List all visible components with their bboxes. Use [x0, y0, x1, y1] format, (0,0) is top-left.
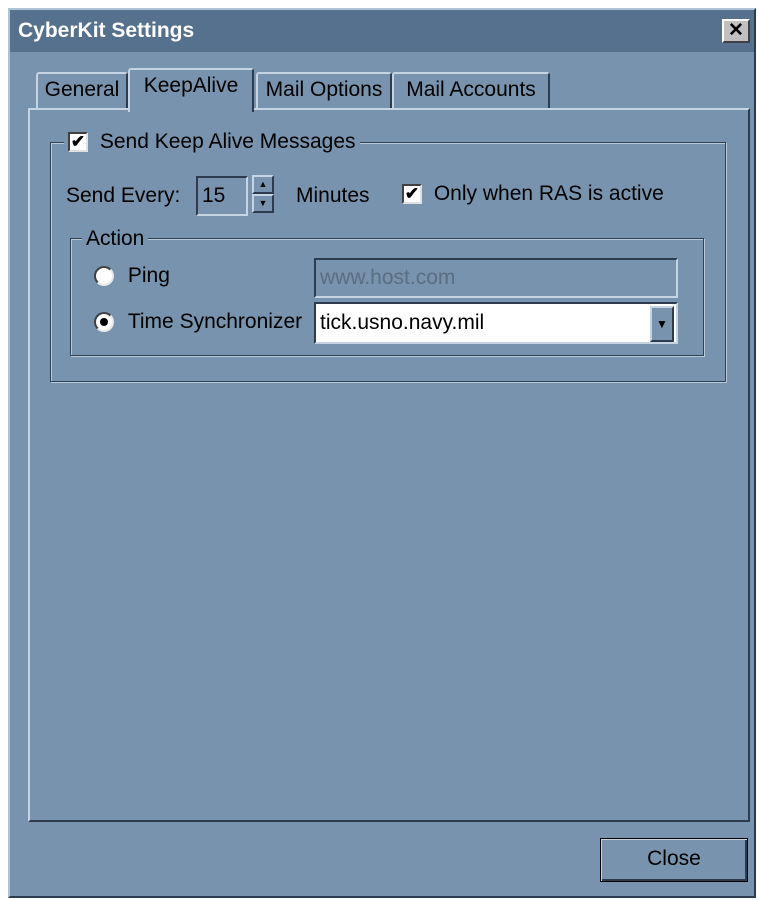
close-icon[interactable]: ✕ — [722, 19, 750, 43]
settings-window: CyberKit Settings ✕ General KeepAlive Ma… — [8, 8, 756, 898]
keepalive-panel — [28, 108, 750, 822]
tab-general-label: General — [44, 78, 120, 101]
tab-keepalive[interactable]: KeepAlive — [128, 68, 254, 112]
window-title: CyberKit Settings — [18, 19, 195, 42]
close-button[interactable]: Close — [600, 838, 748, 882]
tab-keepalive-label: KeepAlive — [143, 74, 239, 97]
tab-mail-options-label: Mail Options — [265, 78, 383, 101]
tab-general[interactable]: General — [36, 72, 128, 110]
title-bar[interactable]: CyberKit Settings ✕ — [10, 10, 754, 52]
tab-mail-accounts-label: Mail Accounts — [406, 78, 536, 101]
tab-mail-accounts[interactable]: Mail Accounts — [392, 72, 550, 110]
tab-mail-options[interactable]: Mail Options — [256, 72, 392, 110]
